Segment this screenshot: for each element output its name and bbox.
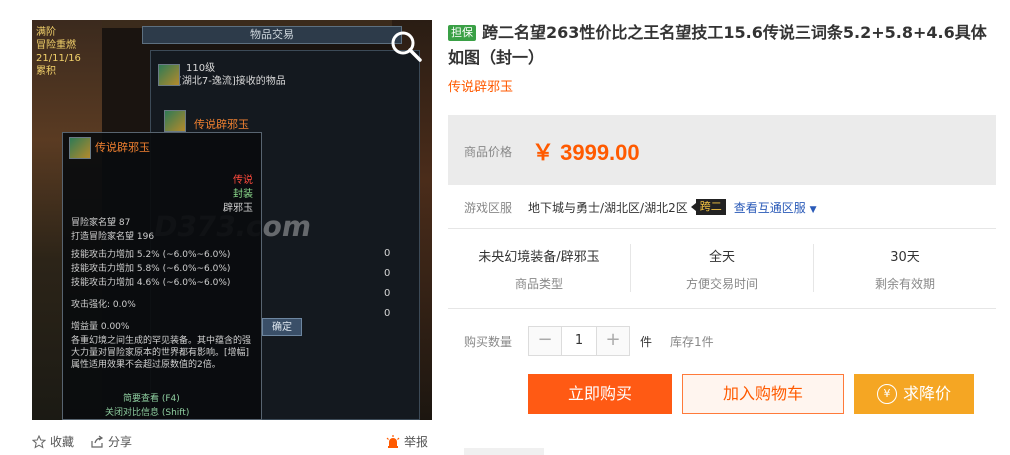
trade-zero-value: 0 xyxy=(384,268,391,279)
request-discount-button[interactable]: ¥ 求降价 xyxy=(854,374,974,414)
stat-trade-time: 全天 方便交易时间 xyxy=(631,236,813,298)
tooltip-bound: 封装 xyxy=(233,189,253,200)
stat-label: 商品类型 xyxy=(514,277,563,291)
image-actions: 收藏 分享 举报 xyxy=(32,433,432,453)
cross-server-badge: 跨二 xyxy=(690,199,726,215)
quantity-label: 购买数量 xyxy=(464,334,513,349)
stat-label: 方便交易时间 xyxy=(685,277,758,291)
favorite-button[interactable]: 收藏 xyxy=(32,433,74,450)
quantity-input[interactable]: 1 xyxy=(561,327,597,355)
buy-now-button[interactable]: 立即购买 xyxy=(528,374,672,414)
seller-level: 110级 xyxy=(186,63,216,74)
add-to-cart-button[interactable]: 加入购物车 xyxy=(682,374,844,414)
trade-zero-value: 0 xyxy=(384,288,391,299)
request-discount-label: 求降价 xyxy=(902,384,951,403)
report-button[interactable]: 举报 xyxy=(386,433,428,450)
tooltip-hint: 关闭对比信息 (Shift) xyxy=(105,408,190,418)
product-image[interactable]: 满阶 冒险重燃 21/11/16 累积 物品交易 110级 玩家[湖北7-逸流]… xyxy=(32,20,432,420)
server-value: 地下城与勇士/湖北区/湖北2区 xyxy=(528,200,688,215)
caret-down-icon: ▼ xyxy=(809,204,817,215)
view-linked-servers-link[interactable]: 查看互通区服 ▼ xyxy=(734,199,817,216)
stat-value: 未央幻境装备/辟邪玉 xyxy=(478,250,600,265)
tooltip-type: 辟邪玉 xyxy=(223,203,253,214)
product-stats: 未央幻境装备/辟邪玉 商品类型 全天 方便交易时间 30天 剩余有效期 xyxy=(448,236,996,298)
server-label: 游戏区服 xyxy=(464,200,513,215)
share-button[interactable]: 分享 xyxy=(90,433,132,450)
tooltip-gain: 增益量 0.00% xyxy=(71,322,130,332)
quantity-row: 购买数量 − 1 + 件 库存1件 xyxy=(464,326,714,356)
price-box: 商品价格 ￥ 3999.00 xyxy=(448,115,996,185)
stat-label: 剩余有效期 xyxy=(874,277,935,291)
zoom-search-icon[interactable] xyxy=(388,28,424,64)
quantity-unit: 件 xyxy=(640,334,653,349)
divider xyxy=(448,308,996,309)
tooltip-enhance: 攻击强化: 0.0% xyxy=(71,300,136,310)
tooltip-skill-line: 技能攻击力增加 5.8% (~6.0%~6.0%) xyxy=(71,264,231,274)
star-icon xyxy=(32,434,46,449)
game-text-line: 满阶 xyxy=(36,27,56,38)
divider xyxy=(448,228,996,229)
tooltip-hint: 简要查看 (F4) xyxy=(123,394,180,404)
tooltip-description: 各重幻境之间生成的罕见装备。其中蕴含的强大力量对冒险家原本的世界都有影响。[增幅… xyxy=(71,336,252,370)
share-label: 分享 xyxy=(108,435,133,449)
product-title: 跨二名望263性价比之王名望技工15.6传说三词条5.2+5.8+4.6具体如图… xyxy=(448,23,987,67)
stat-item-type: 未央幻境装备/辟邪玉 商品类型 xyxy=(448,236,630,298)
tooltip-item-name: 传说辟邪玉 xyxy=(95,141,150,154)
game-text-line: 21/11/16 xyxy=(36,53,81,64)
next-section-hint xyxy=(464,448,544,455)
server-row: 游戏区服 地下城与勇士/湖北区/湖北2区 跨二 查看互通区服 ▼ xyxy=(464,198,994,216)
trade-window-title: 物品交易 xyxy=(142,26,402,44)
item-slot-icon xyxy=(158,64,180,86)
product-subtitle: 传说辟邪玉 xyxy=(448,80,514,95)
product-page: 满阶 冒险重燃 21/11/16 累积 物品交易 110级 玩家[湖北7-逸流]… xyxy=(0,0,1010,455)
report-label: 举报 xyxy=(404,435,429,449)
tooltip-skill-line: 技能攻击力增加 5.2% (~6.0%~6.0%) xyxy=(71,250,231,260)
quantity-stepper: − 1 + xyxy=(528,326,630,356)
yen-icon: ¥ xyxy=(876,384,897,404)
product-info: 担保 跨二名望263性价比之王名望技工15.6传说三词条5.2+5.8+4.6具体… xyxy=(448,20,996,95)
tooltip-item-icon xyxy=(69,137,91,159)
report-icon xyxy=(386,434,400,448)
product-title-block: 担保 跨二名望263性价比之王名望技工15.6传说三词条5.2+5.8+4.6具体… xyxy=(448,20,996,70)
item-tooltip: 传说辟邪玉 传说 封装 辟邪玉 冒险家名望 87 打造冒险家名望 196 技能攻… xyxy=(62,132,262,420)
game-text-line: 累积 xyxy=(36,66,56,77)
game-text-line: 冒险重燃 xyxy=(36,40,76,51)
stat-value: 30天 xyxy=(890,250,920,265)
view-linked-servers-label: 查看互通区服 xyxy=(733,200,806,215)
trade-item-name: 传说辟邪玉 xyxy=(194,118,249,131)
share-icon xyxy=(91,435,104,448)
stat-validity: 30天 剩余有效期 xyxy=(814,236,996,298)
stat-value: 全天 xyxy=(708,250,735,265)
stock-text: 库存1件 xyxy=(670,334,714,349)
quantity-plus-button[interactable]: + xyxy=(597,327,629,355)
game-top-left-text: 满阶 冒险重燃 21/11/16 累积 xyxy=(36,26,81,78)
item-slot-icon xyxy=(164,110,186,132)
guarantee-badge: 担保 xyxy=(448,25,476,41)
quantity-minus-button[interactable]: − xyxy=(529,327,561,355)
favorite-label: 收藏 xyxy=(50,435,75,449)
trade-zero-value: 0 xyxy=(384,308,391,319)
tooltip-fame2: 打造冒险家名望 196 xyxy=(71,232,155,242)
trade-confirm-button: 确定 xyxy=(262,318,302,336)
tooltip-skill-line: 技能攻击力增加 4.6% (~6.0%~6.0%) xyxy=(71,278,231,288)
trade-zero-value: 0 xyxy=(384,248,391,259)
price-label: 商品价格 xyxy=(464,145,513,159)
tooltip-rarity: 传说 xyxy=(233,175,253,186)
tooltip-fame: 冒险家名望 87 xyxy=(71,218,131,228)
price-value: ￥ 3999.00 xyxy=(532,140,640,165)
